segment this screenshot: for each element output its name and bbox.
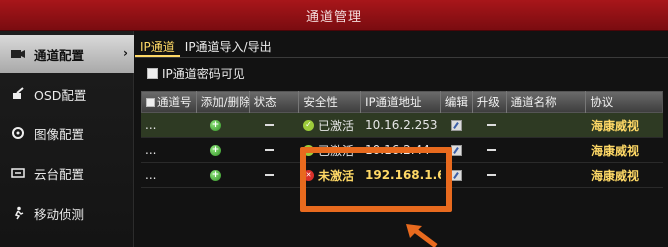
channel-name-cell — [507, 163, 587, 188]
tab-ip-channel-import-export[interactable]: IP通道导入/导出 — [180, 37, 277, 57]
protocol-cell: 海康威视 — [591, 143, 640, 158]
ptz-icon — [10, 165, 26, 181]
protocol-cell: 海康威视 — [591, 118, 640, 133]
channel-name-cell — [507, 113, 587, 138]
tab-ip-channel[interactable]: IP通道 — [135, 37, 180, 57]
header-channel-name: 通道名称 — [507, 91, 587, 113]
status-dash — [265, 149, 274, 151]
sidebar-item-label: OSD配置 — [34, 87, 87, 103]
sidebar-item-label: 图像配置 — [34, 126, 85, 142]
table-row[interactable]: ... 未激活 192.168.1.64 海康威视 — [141, 163, 663, 188]
sidebar-item-label: 移动侦测 — [34, 206, 85, 222]
header-channel[interactable]: 通道号 — [142, 91, 197, 113]
add-icon[interactable] — [210, 144, 221, 156]
edit-icon[interactable] — [451, 119, 462, 131]
brush-icon — [10, 86, 26, 102]
ip-address-cell: 10.16.2.253 — [365, 118, 438, 132]
header-protocol: 协议 — [590, 95, 614, 109]
gear-icon — [10, 125, 26, 141]
channel-name-cell — [507, 138, 587, 163]
header-ip-address: IP通道地址 — [361, 91, 441, 113]
sidebar-item-label: 云台配置 — [34, 166, 85, 182]
upgrade-dash — [487, 174, 496, 176]
check-icon — [303, 144, 314, 156]
ip-address-cell: 192.168.1.64 — [365, 168, 441, 182]
status-dash — [265, 174, 274, 176]
table-row[interactable]: ... 已激活 10.16.2.253 海康威视 — [141, 113, 663, 138]
add-icon[interactable] — [210, 169, 221, 181]
header-status: 状态 — [250, 91, 300, 113]
sidebar-item-channel-config[interactable]: 通道配置 › — [0, 35, 134, 73]
header-add-delete: 添加/删除 — [197, 91, 250, 113]
sidebar: 通道配置 › OSD配置 图像配置 云台配置 移动侦测 — [0, 31, 134, 247]
window-title: 通道管理 — [305, 9, 362, 25]
edit-icon[interactable] — [451, 144, 462, 156]
window-title-bar: 通道管理 — [0, 0, 668, 31]
upgrade-dash — [487, 124, 496, 126]
table-row[interactable]: ... 已激活 10.16.2.44 海康威视 — [141, 138, 663, 163]
motion-icon — [10, 205, 26, 221]
channel-cell: ... — [145, 118, 157, 132]
header-edit: 编辑 — [441, 91, 473, 113]
header-security: 安全性 — [299, 91, 362, 113]
tab-bar: IP通道 IP通道导入/导出 — [135, 37, 277, 57]
sidebar-item-ptz-config[interactable]: 云台配置 — [0, 154, 134, 192]
select-all-checkbox[interactable] — [146, 97, 155, 107]
add-icon[interactable] — [210, 119, 221, 131]
protocol-cell: 海康威视 — [591, 168, 640, 183]
sidebar-item-image-config[interactable]: 图像配置 — [0, 114, 134, 152]
ip-channel-table: 通道号 添加/删除 状态 安全性 IP通道地址 编辑 升级 通道名称 协议 ..… — [141, 91, 663, 188]
error-icon — [303, 169, 314, 181]
tab-divider — [135, 57, 668, 58]
status-dash — [265, 124, 274, 126]
edit-icon[interactable] — [451, 169, 462, 181]
security-status: 已激活 — [318, 118, 355, 133]
password-visible-option[interactable]: IP通道密码可见 — [147, 64, 245, 82]
camera-icon — [10, 46, 26, 62]
password-visible-checkbox[interactable] — [147, 67, 158, 79]
chevron-right-icon: › — [123, 46, 128, 60]
ip-address-cell: 10.16.2.44 — [365, 143, 430, 157]
check-icon — [303, 119, 314, 131]
main-panel: IP通道 IP通道导入/导出 IP通道密码可见 通道号 添加/删除 状态 安全性… — [135, 31, 668, 247]
security-status: 未激活 — [318, 168, 355, 183]
channel-cell: ... — [145, 168, 157, 182]
sidebar-item-label: 通道配置 — [34, 47, 85, 63]
sidebar-item-motion-detection[interactable]: 移动侦测 — [0, 194, 134, 232]
security-status: 已激活 — [318, 143, 355, 158]
upgrade-dash — [487, 149, 496, 151]
header-upgrade: 升级 — [473, 91, 507, 113]
password-visible-label: IP通道密码可见 — [162, 66, 245, 81]
channel-cell: ... — [145, 143, 157, 157]
sidebar-item-osd-config[interactable]: OSD配置 — [0, 75, 134, 113]
header-channel-label: 通道号 — [157, 95, 192, 109]
table-header: 通道号 添加/删除 状态 安全性 IP通道地址 编辑 升级 通道名称 协议 — [141, 91, 663, 113]
